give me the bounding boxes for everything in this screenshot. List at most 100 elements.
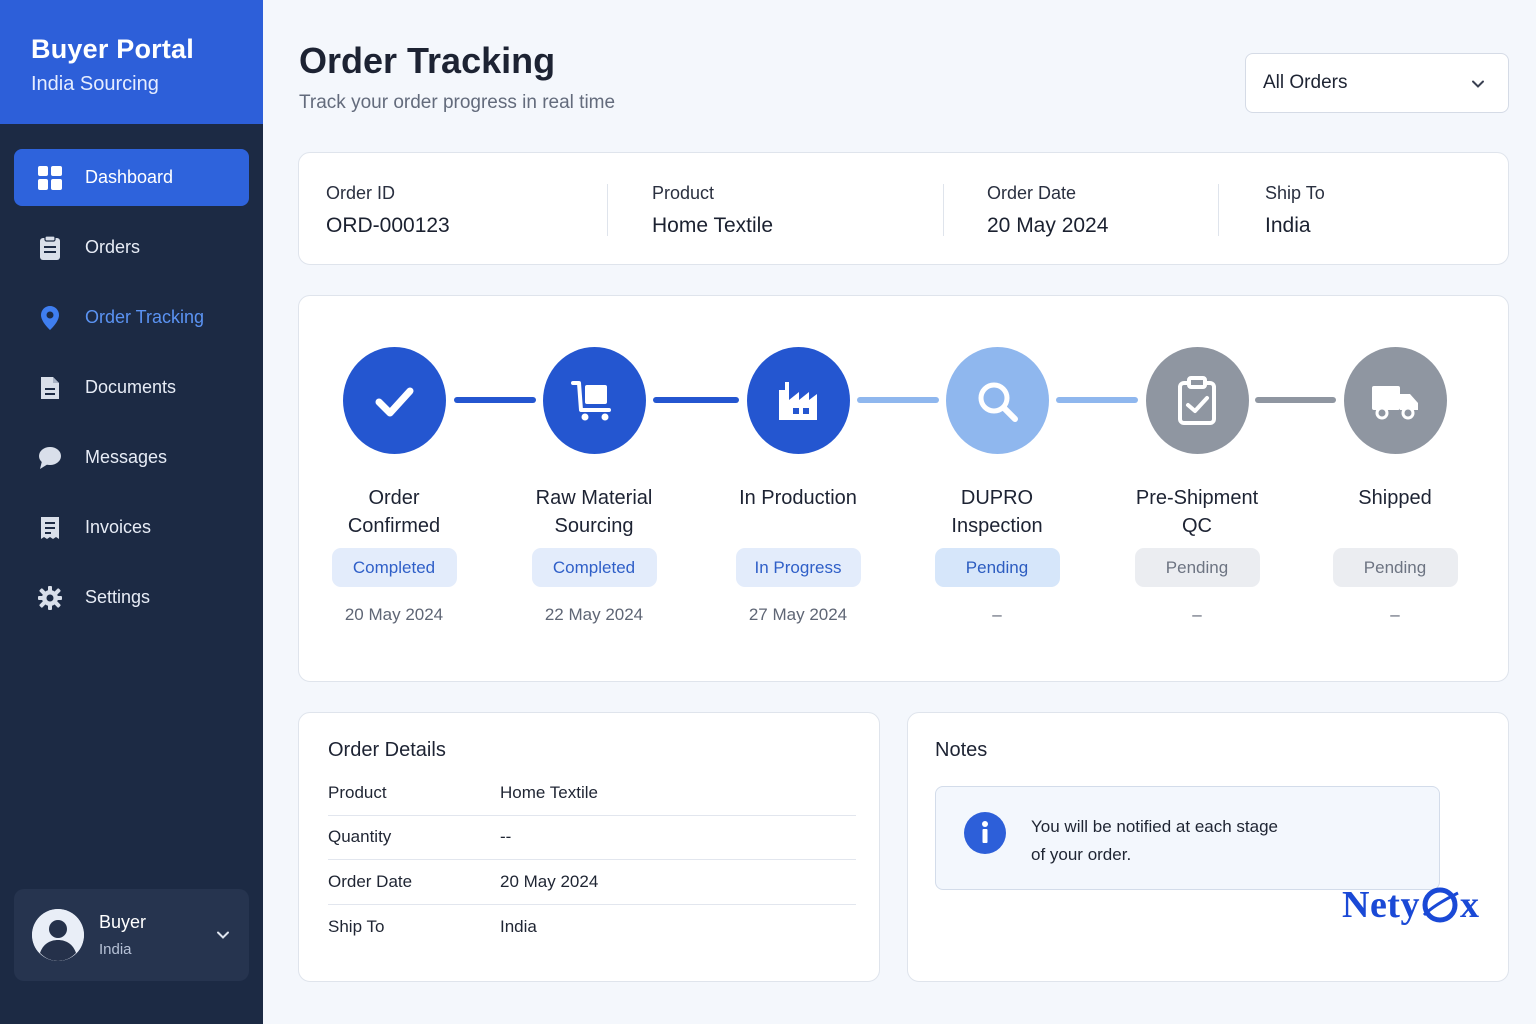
status-badge: Completed (531, 548, 657, 587)
detail-value: -- (500, 827, 512, 846)
factory-icon (746, 347, 850, 454)
clipboard-check-icon (1145, 347, 1249, 454)
step-date: 22 May 2024 (544, 605, 644, 624)
step-date: 27 May 2024 (748, 605, 848, 624)
notes-card: Notes You will be notified at each stage… (907, 712, 1509, 982)
status-badge: Pending (1332, 548, 1458, 587)
card-title: Notes (935, 739, 988, 761)
step-name: DUPRO Inspection (951, 487, 1043, 537)
invoice-icon (36, 514, 64, 542)
summary-ship-to: Ship To India (1265, 183, 1325, 238)
chevron-down-icon (217, 931, 229, 939)
page-subtitle: Track your order progress in real time (299, 92, 616, 113)
summary-value: ORD-000123 (326, 214, 450, 237)
sidebar-item-label: Documents (85, 377, 177, 397)
sidebar-item-orders[interactable]: Orders (14, 219, 249, 276)
status-badge: In Progress (735, 548, 861, 587)
step-order-confirmed: Order Confirmed Completed 20 May 2024 (294, 347, 494, 625)
step-name: Raw Material Sourcing (535, 487, 653, 537)
summary-order-date: Order Date 20 May 2024 (987, 183, 1108, 238)
step-dupro-inspection: DUPRO Inspection Pending – (897, 347, 1097, 625)
notification-message: You will be notified at each stage of you… (935, 786, 1440, 890)
user-info: Buyer India (99, 912, 146, 958)
sidebar-item-label: Orders (85, 237, 141, 257)
step-name: Shipped (1358, 487, 1432, 509)
step-shipped: Shipped Pending – (1295, 347, 1495, 625)
divider (943, 184, 944, 236)
page-title: Order Tracking (299, 40, 556, 81)
logo-mark-icon (1422, 887, 1459, 923)
status-badge: Pending (1134, 548, 1260, 587)
avatar (32, 909, 84, 961)
step-date: 20 May 2024 (344, 605, 444, 624)
detail-key: Quantity (328, 827, 392, 846)
sidebar-nav: Dashboard Orders Order Tracking Document… (14, 149, 249, 639)
divider (607, 184, 608, 236)
detail-value: India (500, 917, 537, 936)
check-icon (342, 347, 446, 454)
brand-title: Buyer Portal (31, 34, 194, 64)
summary-value: 20 May 2024 (987, 214, 1109, 237)
note-text: You will be notified at each stage of you… (1031, 817, 1278, 864)
summary-order-id: Order ID ORD-000123 (326, 183, 450, 238)
brand-logo: Nety x (1342, 884, 1480, 926)
user-name: Buyer (99, 912, 147, 932)
step-in-production: In Production In Progress 27 May 2024 (698, 347, 898, 625)
brand-subtitle: India Sourcing (31, 73, 159, 95)
sidebar-item-dashboard[interactable]: Dashboard (14, 149, 249, 206)
gear-icon (36, 584, 64, 612)
sidebar-item-settings[interactable]: Settings (14, 569, 249, 626)
step-name: Pre-Shipment QC (1135, 487, 1259, 537)
summary-label: Product (652, 183, 715, 203)
summary-label: Order ID (326, 183, 396, 203)
sidebar-item-label: Order Tracking (85, 307, 205, 327)
status-badge: Completed (331, 548, 457, 587)
step-date: – (1390, 605, 1400, 624)
summary-label: Ship To (1265, 183, 1325, 203)
detail-key: Product (328, 783, 387, 802)
truck-icon (1343, 347, 1447, 454)
chevron-down-icon (1472, 80, 1484, 88)
detail-key: Order Date (328, 872, 413, 891)
order-details-card: Order Details Product Home Textile Quant… (298, 712, 880, 982)
user-menu[interactable]: Buyer India (14, 889, 249, 981)
summary-product: Product Home Textile (652, 183, 773, 238)
step-name: Order Confirmed (347, 487, 441, 537)
detail-key: Ship To (328, 917, 385, 936)
divider (1218, 184, 1219, 236)
detail-row: Order Date 20 May 2024 (328, 860, 856, 905)
sidebar-item-label: Dashboard (85, 167, 174, 187)
order-filter-value: All Orders (1263, 72, 1348, 93)
user-location: India (99, 941, 132, 958)
info-icon (964, 812, 1006, 854)
detail-row: Product Home Textile (328, 771, 856, 816)
step-date: – (992, 605, 1002, 624)
card-title: Order Details (328, 739, 446, 761)
detail-value: Home Textile (500, 783, 598, 802)
sidebar-item-order-tracking[interactable]: Order Tracking (14, 289, 249, 346)
dashboard-icon (36, 164, 64, 192)
sidebar-item-label: Messages (85, 447, 168, 467)
sidebar-item-label: Invoices (85, 517, 152, 537)
sidebar-item-label: Settings (85, 587, 151, 607)
step-pre-shipment-qc: Pre-Shipment QC Pending – (1097, 347, 1297, 625)
search-icon (945, 347, 1049, 454)
order-filter-select[interactable]: All Orders (1245, 53, 1509, 113)
summary-value: India (1265, 214, 1311, 237)
step-raw-material-sourcing: Raw Material Sourcing Completed 22 May 20… (494, 347, 694, 625)
detail-row: Quantity -- (328, 815, 856, 860)
sidebar-item-messages[interactable]: Messages (14, 429, 249, 486)
step-date: – (1192, 605, 1202, 624)
document-icon (36, 374, 64, 402)
order-progress-tracker: Order Confirmed Completed 20 May 2024 Raw… (298, 295, 1509, 682)
chat-bubble-icon (36, 444, 64, 472)
sidebar-item-documents[interactable]: Documents (14, 359, 249, 416)
summary-value: Home Textile (652, 214, 773, 237)
summary-label: Order Date (987, 183, 1077, 203)
brand: Buyer Portal India Sourcing (0, 0, 263, 124)
sidebar-item-invoices[interactable]: Invoices (14, 499, 249, 556)
step-name: In Production (739, 487, 857, 509)
location-pin-icon (36, 304, 64, 332)
detail-row: Ship To India (328, 905, 856, 950)
status-badge: Pending (934, 548, 1060, 587)
